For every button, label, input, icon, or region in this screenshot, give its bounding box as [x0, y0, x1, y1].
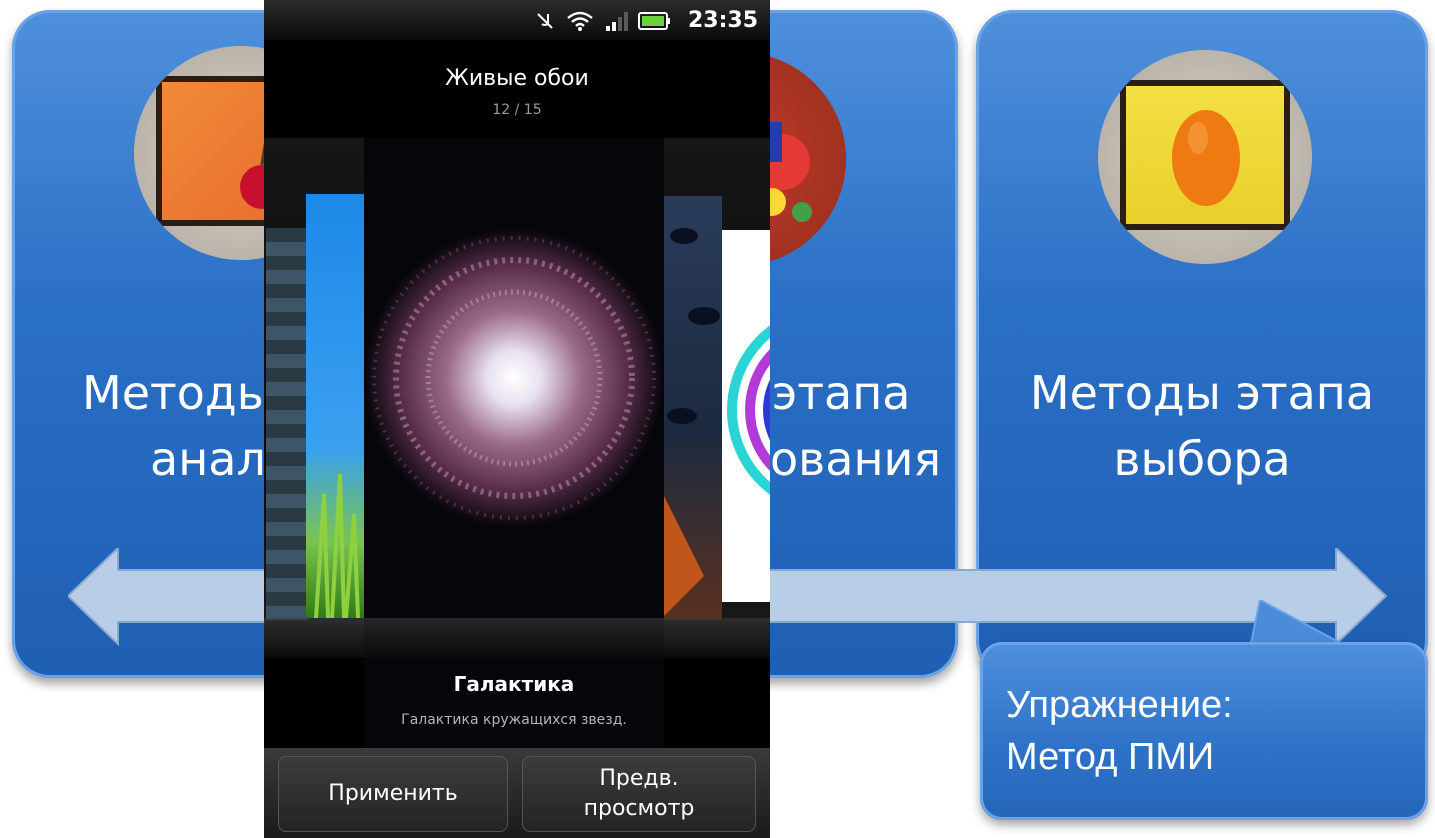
photo-frame [1120, 80, 1290, 230]
muted-icon [537, 13, 553, 29]
wallpaper-description: Галактика кружащихся звезд. [401, 712, 627, 728]
wallpaper-counter: 12 / 15 [492, 102, 542, 118]
wifi-icon [567, 11, 593, 31]
apply-button[interactable]: Применить [278, 756, 508, 832]
battery-icon [638, 12, 670, 30]
orange-image [1172, 110, 1240, 206]
leaves-wallpaper[interactable] [664, 196, 722, 620]
galaxy-wallpaper[interactable] [364, 138, 664, 838]
button-bar: Применить Предв. просмотр [264, 748, 770, 838]
rings-wallpaper[interactable] [722, 230, 770, 602]
sky-grass-wallpaper[interactable] [306, 194, 364, 618]
card-title-line1: Методы этапа [1029, 366, 1375, 420]
callout-line2: Метод ПМИ [1006, 736, 1215, 778]
status-bar: 23:35 [264, 0, 770, 40]
phone-screen: 23:35 Живые обои 12 / 15 Галактика Галак… [264, 0, 770, 838]
preview-button[interactable]: Предв. просмотр [522, 756, 756, 832]
apply-button-label: Применить [328, 781, 458, 806]
preview-button-label-line1: Предв. [599, 766, 679, 791]
preview-button-label-line2: просмотр [583, 796, 695, 821]
carousel-reflection [264, 618, 770, 658]
clock: 23:35 [687, 8, 758, 33]
screen-title: Живые обои [445, 66, 589, 91]
exercise-callout [980, 642, 1428, 820]
card-title-line2: выбора [1113, 432, 1291, 486]
orange-photo [1098, 50, 1312, 264]
callout-line1: Упражнение: [1006, 684, 1233, 726]
signal-icon [606, 12, 628, 31]
tiles-wallpaper[interactable] [266, 228, 308, 620]
wallpaper-name: Галактика [453, 672, 575, 696]
